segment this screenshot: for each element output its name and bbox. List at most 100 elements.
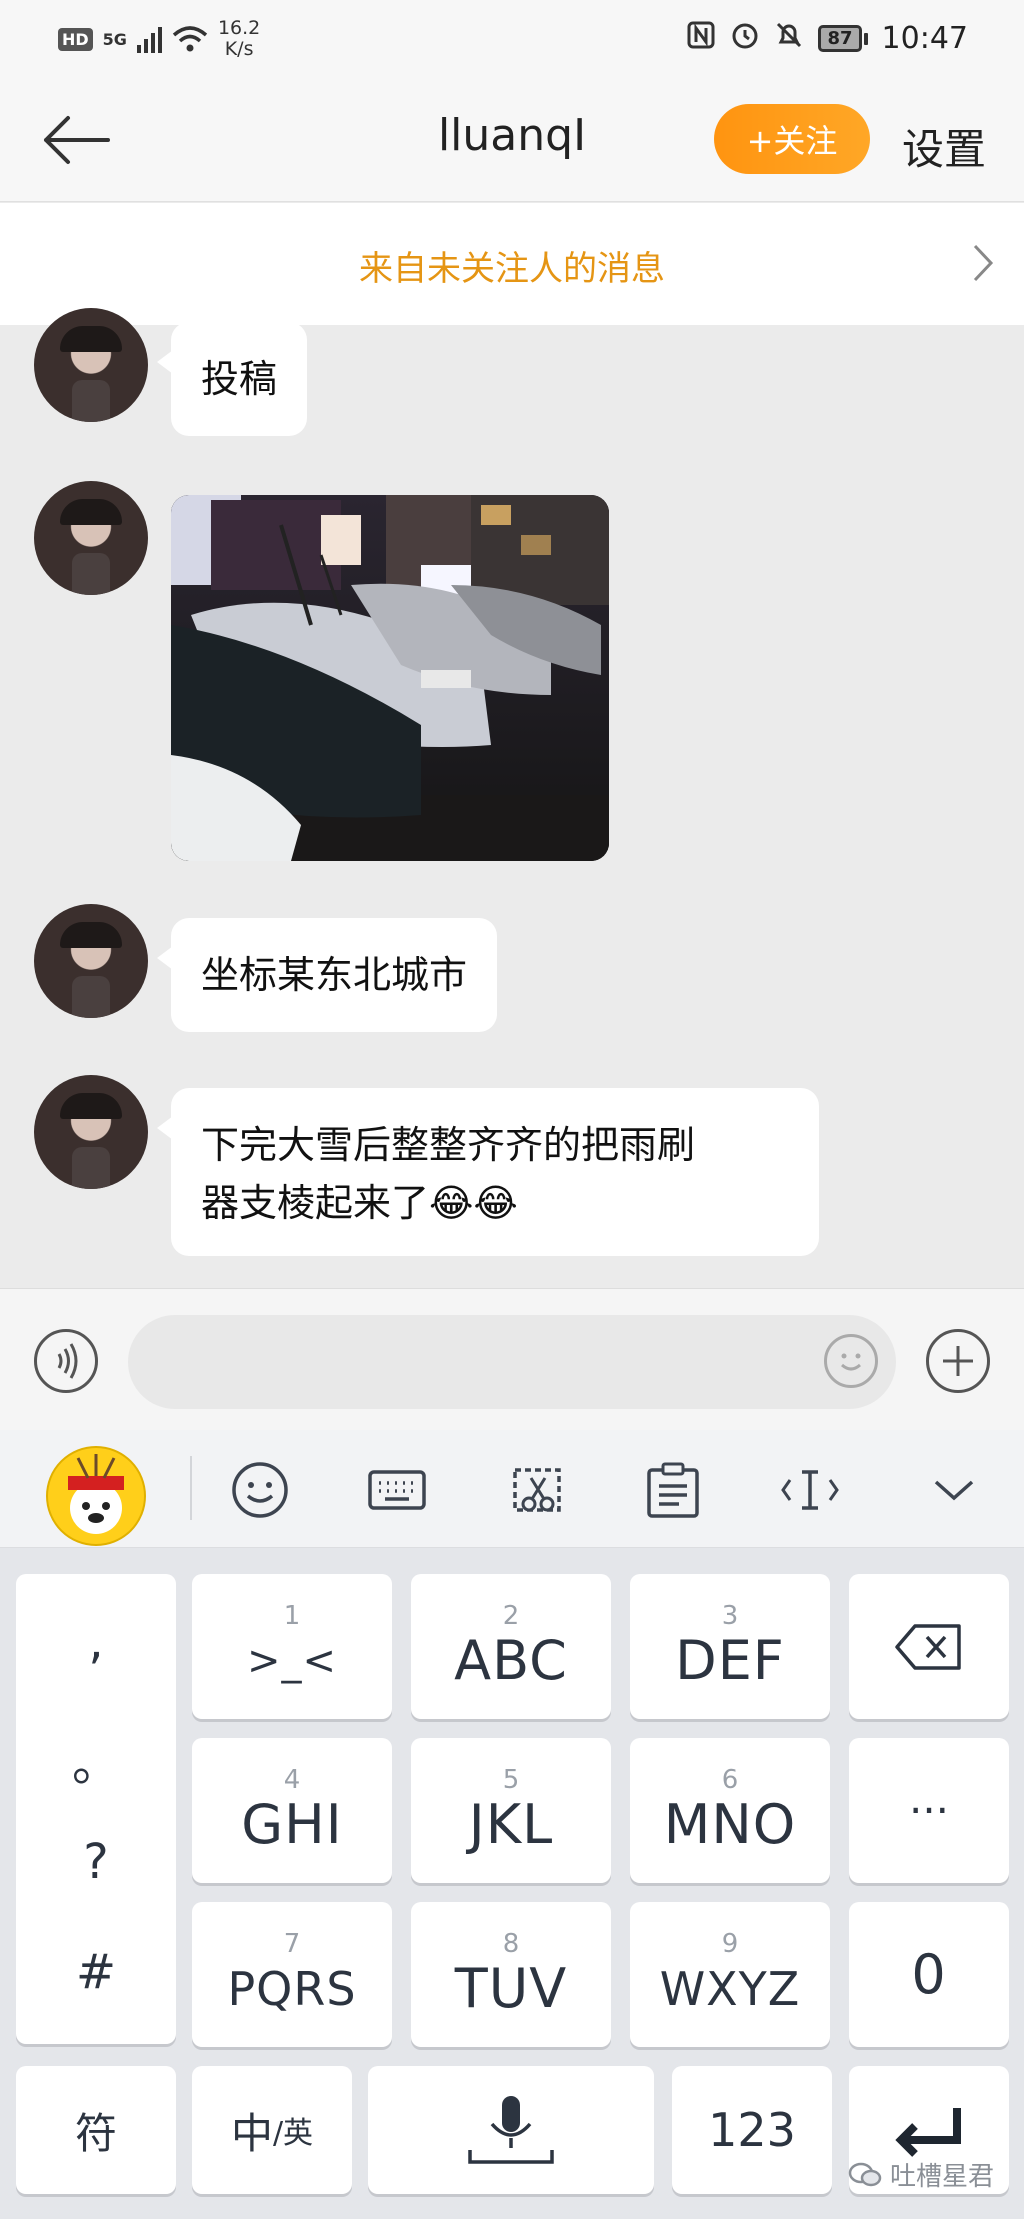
speed-value: 16.2 [217, 17, 261, 39]
message-text-line: 器支棱起来了😂😂 [201, 1181, 518, 1225]
key-9[interactable]: 9 WXYZ [630, 1902, 830, 2047]
enter-icon [895, 2108, 961, 2157]
key-0[interactable]: 0 [849, 1902, 1009, 2047]
plus-icon[interactable] [926, 1329, 990, 1393]
emoji-face-icon[interactable] [230, 1460, 290, 1520]
bell-off-icon [774, 20, 804, 57]
key-number: 4 [283, 1764, 301, 1795]
t9-keyboard: , 。 ? # 1 >_< 2 ABC 3 DEF 4 GHI 5 JKL 6 … [0, 1548, 1024, 2219]
status-right: 87 10:47 [686, 20, 968, 57]
key-label: TUV [454, 1956, 568, 2020]
key-label: 符 [74, 2108, 117, 2158]
message-text-line: 下完大雪后整整齐齐的把雨刷 [201, 1123, 696, 1167]
hd-badge: HD [58, 27, 93, 51]
collapse-chevron-icon[interactable] [924, 1460, 984, 1520]
watermark-text: 吐槽星君 [889, 2162, 994, 2192]
avatar[interactable] [34, 904, 148, 1018]
key-number: 8 [502, 1928, 520, 1959]
key-number: 9 [721, 1928, 739, 1959]
avatar[interactable] [34, 308, 148, 422]
wifi-icon [172, 26, 208, 52]
clipboard-icon[interactable] [643, 1460, 703, 1520]
key-6[interactable]: 6 MNO [630, 1738, 830, 1883]
backspace-key[interactable] [849, 1574, 1009, 1719]
language-toggle-key[interactable]: 中 /英 [192, 2066, 352, 2194]
backspace-icon [895, 1623, 961, 1670]
nfc-icon [686, 20, 716, 57]
key-4[interactable]: 4 GHI [192, 1738, 392, 1883]
toolbar-divider [190, 1456, 192, 1520]
clock: 10:47 [881, 21, 968, 56]
keyboard-icon[interactable] [367, 1460, 427, 1520]
punctuation-column[interactable]: , 。 ? # [16, 1574, 176, 2044]
keyboard-toolbar [0, 1430, 1024, 1548]
punct-hash[interactable]: # [16, 1944, 176, 2000]
message-input[interactable] [128, 1315, 896, 1409]
key-number: 6 [721, 1764, 739, 1795]
message-image[interactable] [171, 495, 609, 861]
symbols-key[interactable]: 符 [16, 2066, 176, 2194]
key-label: GHI [241, 1792, 343, 1856]
key-number: 1 [283, 1600, 301, 1631]
key-label: >_< [246, 1637, 338, 1684]
message-bubble[interactable]: 投稿 [156, 322, 308, 436]
key-5[interactable]: 5 JKL [411, 1738, 611, 1883]
key-label: PQRS [227, 1961, 357, 2016]
space-voice-key[interactable] [368, 2066, 654, 2194]
wechat-icon [848, 2162, 882, 2186]
message-bubble[interactable]: 下完大雪后整整齐齐的把雨刷 器支棱起来了😂😂 [157, 1088, 819, 1256]
voice-icon[interactable] [34, 1329, 98, 1393]
chat-header: lluanqI +关注 设置 [0, 80, 1024, 202]
punct-question[interactable]: ? [16, 1834, 176, 1890]
signal-icon [136, 25, 162, 53]
speed-unit: K/s [224, 38, 254, 60]
battery-level: 87 [818, 25, 862, 52]
status-bar: HD 5G 16.2 K/s 87 10:47 [0, 0, 1024, 80]
key-number: 3 [721, 1600, 739, 1631]
key-label: 0 [911, 1942, 947, 2006]
settings-button[interactable]: 设置 [902, 116, 986, 177]
message-text: 坐标某东北城市 [201, 953, 468, 997]
key-1[interactable]: 1 >_< [192, 1574, 392, 1719]
cursor-icon[interactable] [780, 1460, 840, 1520]
message-text: 投稿 [201, 357, 278, 401]
key-8[interactable]: 8 TUV [411, 1902, 611, 2047]
stranger-message-banner[interactable]: 来自未关注人的消息 [0, 203, 1024, 325]
battery-indicator: 87 [818, 25, 868, 52]
key-label: 123 [708, 2103, 796, 2157]
numbers-key[interactable]: 123 [672, 2066, 832, 2194]
key-label: WXYZ [659, 1961, 801, 2016]
watermark: 吐槽星君 [848, 2156, 994, 2193]
keyboard-skin-avatar[interactable] [46, 1446, 146, 1546]
network-speed: 16.2 K/s [218, 18, 260, 60]
lang-cn-label: 中 [230, 2108, 273, 2158]
ellipsis-key[interactable]: ··· [849, 1738, 1009, 1883]
chevron-right-icon [973, 244, 994, 282]
key-label: ··· [908, 1786, 950, 1835]
chat-title: lluanqI [437, 110, 587, 161]
punct-period[interactable]: 。 [16, 1724, 176, 1794]
key-label: MNO [663, 1792, 797, 1856]
clipboard-cut-icon[interactable] [507, 1460, 567, 1520]
key-number: 7 [283, 1928, 301, 1959]
key-number: 2 [502, 1600, 520, 1631]
network-type: 5G [102, 29, 127, 49]
follow-button[interactable]: +关注 [714, 104, 870, 174]
alarm-icon [730, 20, 760, 57]
message-input-bar [0, 1288, 1024, 1430]
key-number: 5 [502, 1764, 520, 1795]
message-bubble[interactable]: 坐标某东北城市 [156, 918, 498, 1032]
avatar[interactable] [34, 481, 148, 595]
emoji-icon[interactable] [824, 1334, 878, 1388]
punct-comma[interactable]: , [16, 1614, 176, 1670]
microphone-icon [468, 2096, 554, 2164]
status-left: HD 5G 16.2 K/s [58, 18, 260, 60]
key-7[interactable]: 7 PQRS [192, 1902, 392, 2047]
key-3[interactable]: 3 DEF [630, 1574, 830, 1719]
key-label: DEF [675, 1628, 785, 1692]
key-2[interactable]: 2 ABC [411, 1574, 611, 1719]
lang-en-label: /英 [272, 2116, 314, 2151]
key-label: ABC [454, 1628, 568, 1692]
avatar[interactable] [34, 1075, 148, 1189]
key-label: JKL [468, 1792, 554, 1856]
